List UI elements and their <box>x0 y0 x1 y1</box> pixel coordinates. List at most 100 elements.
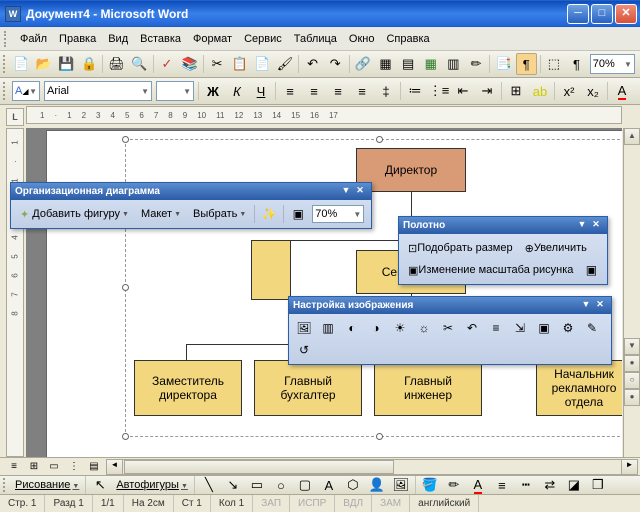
underline-button[interactable]: Ч <box>250 80 272 102</box>
line-icon[interactable]: ╲ <box>198 477 220 494</box>
bold-button[interactable]: Ж <box>202 80 224 102</box>
arrow-style-icon[interactable]: ⇄ <box>539 477 561 494</box>
insert-picture-icon[interactable]: 🖼 <box>293 318 315 338</box>
paragraph-marks-button[interactable]: ¶ <box>566 53 587 75</box>
scale-button[interactable]: ▣ Изменение масштаба рисунка <box>403 260 578 280</box>
insert-table-button[interactable]: ▤ <box>398 53 419 75</box>
status-ovr[interactable]: ЗАМ <box>372 495 410 512</box>
excel-button[interactable]: ▦ <box>420 53 441 75</box>
floater-options-button[interactable]: ▼ <box>575 219 589 232</box>
align-center-button[interactable]: ≡ <box>303 80 325 102</box>
drawing-menu[interactable]: Рисование▼ <box>11 478 83 492</box>
status-rec[interactable]: ЗАП <box>253 495 290 512</box>
menu-service[interactable]: Сервис <box>238 30 288 48</box>
decrease-indent-button[interactable]: ⇤ <box>452 80 474 102</box>
rectangle-icon[interactable]: ▭ <box>246 477 268 494</box>
menu-view[interactable]: Вид <box>102 30 134 48</box>
open-button[interactable]: 📂 <box>34 53 55 75</box>
horizontal-ruler[interactable]: 1·1234567891011121314151617 <box>26 106 622 124</box>
toolbar-grip[interactable] <box>3 82 7 100</box>
align-right-button[interactable]: ≡ <box>327 80 349 102</box>
menu-table[interactable]: Таблица <box>288 30 343 48</box>
horizontal-scrollbar[interactable]: ◄ ► <box>106 459 638 475</box>
doc-map-button[interactable]: 📑 <box>493 53 514 75</box>
fill-color-icon[interactable]: 🪣 <box>419 477 441 494</box>
compress-icon[interactable]: ⇲ <box>509 318 531 338</box>
floater-close-button[interactable]: ✕ <box>589 219 603 232</box>
superscript-button[interactable]: x² <box>558 80 580 102</box>
status-ext[interactable]: ВДЛ <box>335 495 372 512</box>
fit-button[interactable]: ⊡ Подобрать размер <box>403 238 518 258</box>
justify-button[interactable]: ≡ <box>351 80 373 102</box>
increase-indent-button[interactable]: ⇥ <box>476 80 498 102</box>
text-wrap-icon[interactable]: ▣ <box>580 260 602 280</box>
drawing-button[interactable]: ✏ <box>466 53 487 75</box>
org-node-deputy[interactable]: Заместитель директора <box>134 360 242 416</box>
floater-options-button[interactable]: ▼ <box>579 299 593 312</box>
vertical-ruler[interactable]: 1·12345678 <box>6 128 24 457</box>
format-painter-button[interactable]: 🖌 <box>275 53 296 75</box>
shadow-icon[interactable]: ◪ <box>563 477 585 494</box>
web-view-button[interactable]: ⊞ <box>25 459 43 475</box>
menu-insert[interactable]: Вставка <box>134 30 187 48</box>
scroll-up-button[interactable]: ▲ <box>624 128 640 145</box>
picture-toolbar[interactable]: Настройка изображения ▼ ✕ 🖼 ▥ ◐ ◑ ☀ ☼ ✂ … <box>288 296 612 365</box>
crop-icon[interactable]: ✂ <box>437 318 459 338</box>
less-contrast-icon[interactable]: ◑ <box>365 318 387 338</box>
more-brightness-icon[interactable]: ☀ <box>389 318 411 338</box>
italic-button[interactable]: К <box>226 80 248 102</box>
normal-view-button[interactable]: ≡ <box>5 459 23 475</box>
subscript-button[interactable]: x₂ <box>582 80 604 102</box>
reading-view-button[interactable]: ▤ <box>85 459 103 475</box>
color-icon[interactable]: ▥ <box>317 318 339 338</box>
format-object-icon[interactable]: ⚙ <box>557 318 579 338</box>
dash-style-icon[interactable]: ┅ <box>515 477 537 494</box>
3d-icon[interactable]: ❒ <box>587 477 609 494</box>
enlarge-button[interactable]: ⊕ Увеличить <box>520 238 592 258</box>
line-spacing-button[interactable]: ‡ <box>375 80 397 102</box>
org-zoom-combo[interactable]: 70%▼ <box>312 205 364 223</box>
size-combo[interactable]: ▼ <box>156 81 194 101</box>
org-chart-toolbar[interactable]: Организационная диаграмма ▼ ✕ ✦ Добавить… <box>10 182 372 229</box>
less-brightness-icon[interactable]: ☼ <box>413 318 435 338</box>
new-button[interactable]: 📄 <box>11 53 32 75</box>
bulleted-list-button[interactable]: ⋮≡ <box>428 80 450 102</box>
oval-icon[interactable]: ○ <box>270 477 292 494</box>
font-combo[interactable]: Arial▼ <box>44 81 152 101</box>
canvas-toolbar[interactable]: Полотно ▼ ✕ ⊡ Подобрать размер ⊕ Увеличи… <box>398 216 608 285</box>
picture-icon[interactable]: 🖼 <box>390 477 412 494</box>
select-button[interactable]: Выбрать▼ <box>188 204 251 224</box>
text-wrap-icon[interactable]: ▣ <box>533 318 555 338</box>
preview-button[interactable]: 🔍 <box>129 53 150 75</box>
save-button[interactable]: 💾 <box>56 53 77 75</box>
outline-view-button[interactable]: ⋮ <box>65 459 83 475</box>
spellcheck-button[interactable]: ✓ <box>157 53 178 75</box>
floater-close-button[interactable]: ✕ <box>353 185 367 198</box>
menu-help[interactable]: Справка <box>380 30 435 48</box>
status-language[interactable]: английский <box>410 495 479 512</box>
zoom-100-button[interactable]: ⬚ <box>544 53 565 75</box>
menu-window[interactable]: Окно <box>343 30 381 48</box>
floater-close-button[interactable]: ✕ <box>593 299 607 312</box>
reset-picture-icon[interactable]: ↺ <box>293 340 315 360</box>
org-node-aux[interactable] <box>251 240 291 300</box>
undo-button[interactable]: ↶ <box>302 53 323 75</box>
print-view-button[interactable]: ▭ <box>45 459 63 475</box>
autoformat-icon[interactable]: ✨ <box>258 204 280 224</box>
paste-button[interactable]: 📄 <box>252 53 273 75</box>
tab-selector[interactable]: L <box>6 108 24 126</box>
autoshapes-menu[interactable]: Автофигуры▼ <box>112 478 192 492</box>
borders-button[interactable]: ⊞ <box>505 80 527 102</box>
maximize-button[interactable]: □ <box>591 4 613 24</box>
copy-button[interactable]: 📋 <box>229 53 250 75</box>
org-node-director[interactable]: Директор <box>356 148 466 192</box>
arrow-icon[interactable]: ↘ <box>222 477 244 494</box>
menu-edit[interactable]: Правка <box>53 30 102 48</box>
zoom-combo[interactable]: 70%▼ <box>590 54 635 74</box>
wordart-icon[interactable]: A <box>318 477 340 494</box>
show-formatting-button[interactable]: ¶ <box>516 53 537 75</box>
clipart-icon[interactable]: 👤 <box>366 477 388 494</box>
diagram-icon[interactable]: ⬡ <box>342 477 364 494</box>
floater-options-button[interactable]: ▼ <box>339 185 353 198</box>
columns-button[interactable]: ▥ <box>443 53 464 75</box>
